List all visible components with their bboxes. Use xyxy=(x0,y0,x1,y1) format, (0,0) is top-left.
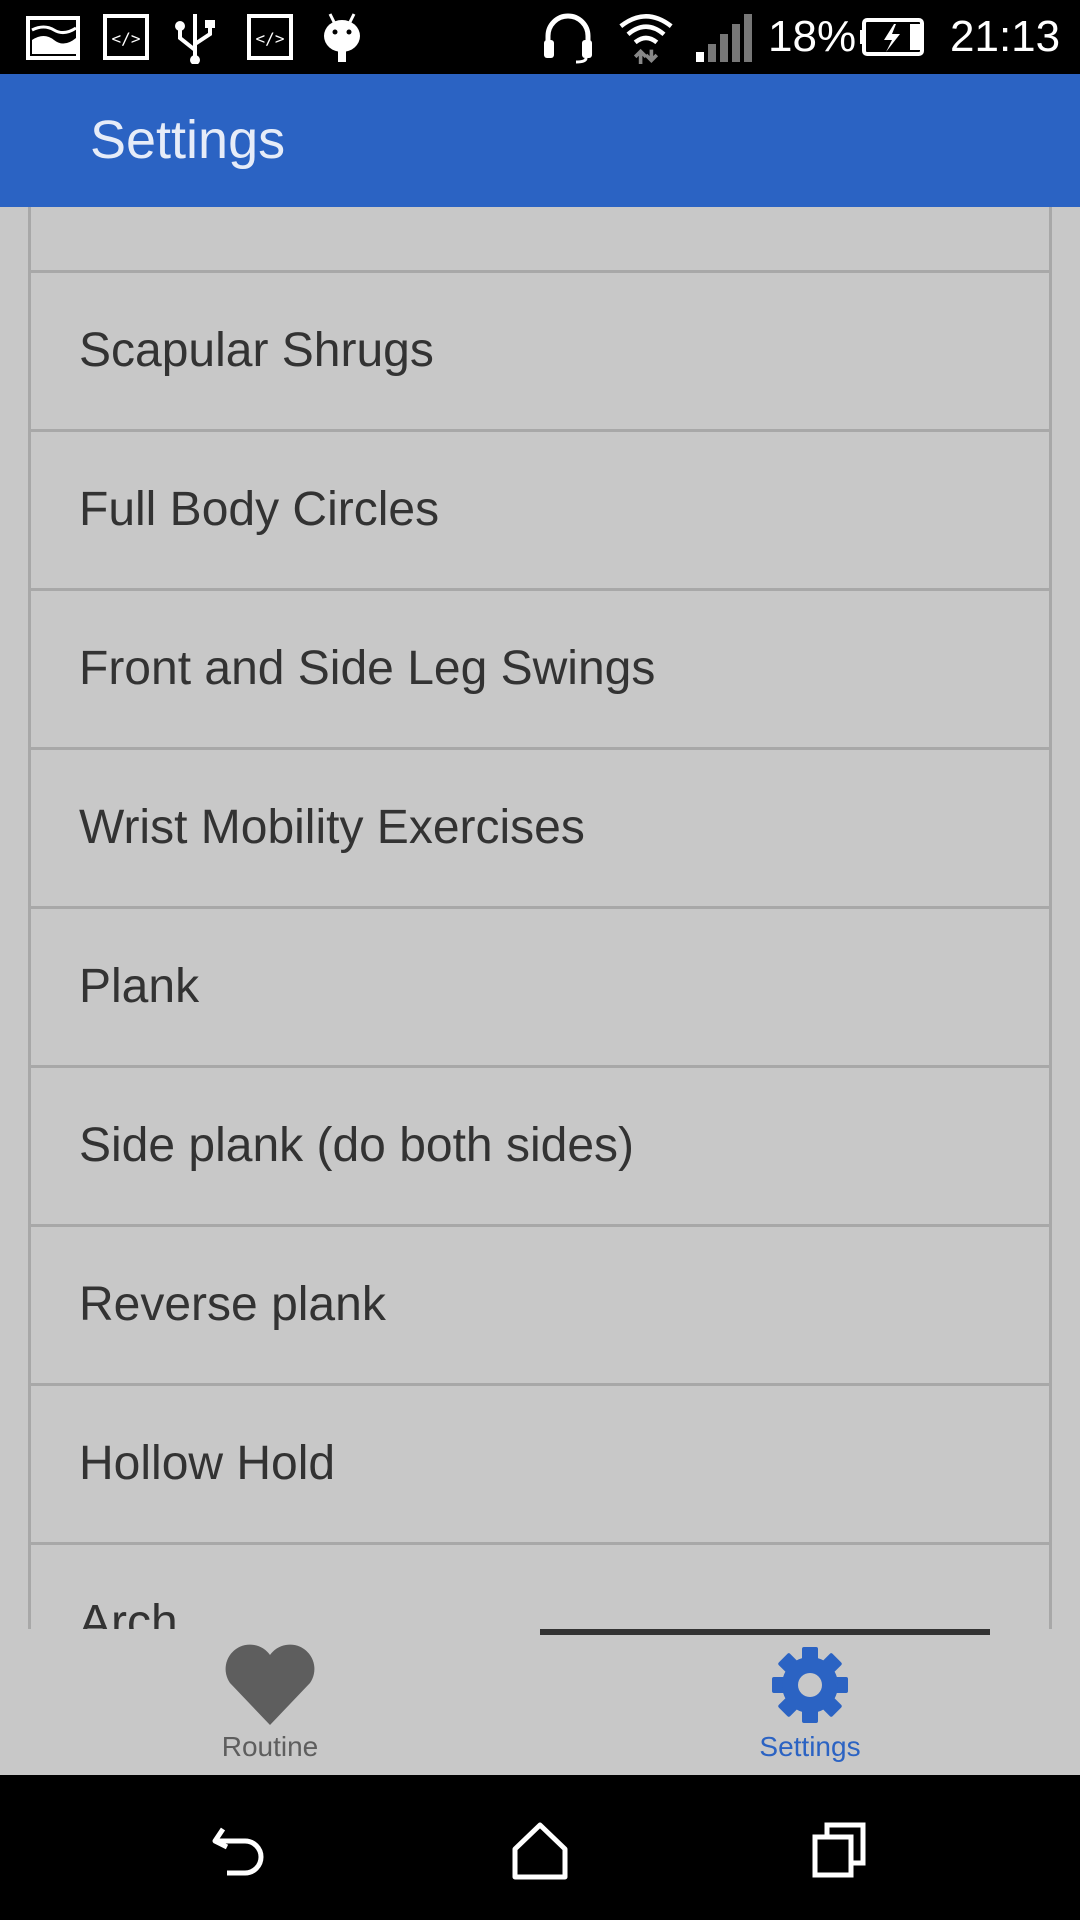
list-item-label: Wrist Mobility Exercises xyxy=(79,801,585,854)
gear-icon xyxy=(772,1647,848,1723)
page-title: Settings xyxy=(90,110,286,170)
list-item[interactable]: Hollow Hold xyxy=(31,1383,1049,1542)
app-bar: Settings xyxy=(0,74,1080,207)
list-item-label: Side plank (do both sides) xyxy=(79,1119,634,1172)
list-item-label: Hollow Hold xyxy=(79,1437,336,1490)
list-item[interactable]: Front and Side Leg Swings xyxy=(31,588,1049,747)
svg-text:</>: </> xyxy=(112,29,141,48)
exercise-list-scroll[interactable]: Scapular Shrugs Full Body Circles Front … xyxy=(0,207,1080,1629)
list-item-label: Plank xyxy=(79,960,200,1013)
status-bar: </> </> 18% 21:13 xyxy=(0,0,1080,74)
exercise-list: Scapular Shrugs Full Body Circles Front … xyxy=(28,207,1052,1629)
list-item-label: Full Body Circles xyxy=(79,483,440,536)
list-item[interactable]: Side plank (do both sides) xyxy=(31,1065,1049,1224)
tab-routine[interactable]: Routine xyxy=(0,1629,540,1775)
list-item[interactable]: Plank xyxy=(31,906,1049,1065)
tab-settings[interactable]: Settings xyxy=(540,1629,1080,1775)
list-item-label: Arch xyxy=(79,1596,178,1629)
battery-percent: 18% xyxy=(768,12,857,61)
list-item[interactable] xyxy=(31,207,1049,270)
android-icon xyxy=(324,13,360,62)
battery-charging-icon xyxy=(860,18,924,56)
usb-icon xyxy=(175,14,215,64)
list-item-label: Reverse plank xyxy=(79,1278,386,1331)
image-icon xyxy=(26,16,80,60)
signal-icon xyxy=(696,14,752,62)
heart-icon xyxy=(225,1644,315,1725)
list-item[interactable]: Scapular Shrugs xyxy=(31,270,1049,429)
system-navigation-bar xyxy=(0,1775,1080,1920)
tab-label: Routine xyxy=(221,1731,319,1762)
list-item-label: Front and Side Leg Swings xyxy=(79,642,656,695)
back-icon[interactable] xyxy=(205,1815,275,1885)
list-item[interactable]: Reverse plank xyxy=(31,1224,1049,1383)
code-icon: </> xyxy=(103,14,149,60)
bottom-navigation: Routine Settings xyxy=(0,1629,1080,1775)
list-item[interactable]: Arch xyxy=(31,1542,1049,1629)
recents-icon[interactable] xyxy=(805,1815,875,1885)
headset-icon xyxy=(544,13,592,64)
svg-text:</>: </> xyxy=(256,29,285,48)
list-item[interactable]: Wrist Mobility Exercises xyxy=(31,747,1049,906)
home-icon[interactable] xyxy=(505,1815,575,1885)
code-icon: </> xyxy=(247,14,293,60)
tab-label: Settings xyxy=(759,1731,861,1762)
list-item-label: Scapular Shrugs xyxy=(79,324,434,377)
wifi-icon xyxy=(619,14,673,64)
list-item[interactable]: Full Body Circles xyxy=(31,429,1049,588)
clock: 21:13 xyxy=(950,12,1061,61)
